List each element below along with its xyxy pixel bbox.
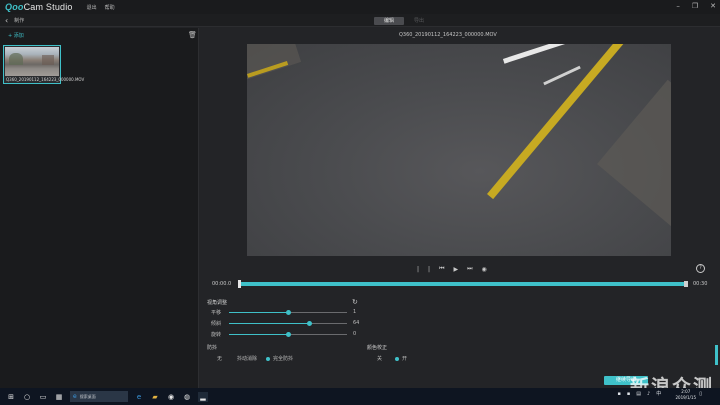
- option-label: 完全防抖: [273, 356, 294, 362]
- app-window: QooCam Studio 退出 帮助 – ❐ ✕ ‹ 制作 编辑 导出 + 添…: [0, 0, 720, 388]
- chrome-icon[interactable]: ◉: [166, 392, 176, 402]
- stabilization-option-shake[interactable]: 抖动消除: [237, 355, 257, 362]
- skip-forward-icon[interactable]: ⏭: [467, 265, 472, 273]
- color-option-on[interactable]: 开: [395, 355, 407, 362]
- option-label: 关: [377, 356, 383, 362]
- rotate-slider[interactable]: [229, 332, 347, 337]
- tray-app-icon[interactable]: ▪: [618, 391, 621, 397]
- lane-stripe-white: [502, 44, 572, 64]
- timeline-bar[interactable]: [238, 280, 688, 288]
- ime-icon[interactable]: 中: [656, 390, 661, 397]
- explorer-icon[interactable]: ▰: [150, 392, 160, 402]
- edge-browser-icon[interactable]: e: [134, 392, 144, 402]
- option-label: 开: [402, 356, 408, 362]
- thumbnail-image: [5, 47, 59, 76]
- tab-edit[interactable]: 编辑: [374, 17, 404, 25]
- slider-knob[interactable]: [286, 310, 291, 315]
- timeline-end-handle[interactable]: [684, 281, 688, 287]
- timeline-start-handle[interactable]: [238, 280, 241, 288]
- tab-export[interactable]: 导出: [404, 17, 434, 25]
- time-start: 00:00.0: [212, 281, 232, 287]
- clock-date: 2019/1/15: [675, 395, 696, 400]
- slider-label: 倾斜: [211, 321, 222, 327]
- tray-app-icon-2[interactable]: ▪: [627, 391, 630, 397]
- stabilization-title: 防抖: [207, 345, 218, 351]
- slider-label: 旋转: [211, 332, 222, 338]
- rotate-slider-row: 旋转 0: [211, 331, 361, 339]
- breadcrumb-bar: ‹ 制作 编辑 导出: [0, 14, 720, 27]
- store-icon[interactable]: ▦: [54, 392, 64, 402]
- taskbar-clock[interactable]: 2:07 2019/1/15: [675, 389, 696, 401]
- edge-icon: e: [73, 393, 77, 400]
- volume-icon[interactable]: ♪: [647, 391, 650, 397]
- slider-fill: [229, 323, 309, 324]
- media-library: + 添加 🗑 Q360_20190112_164223_000000.MOV: [0, 28, 199, 388]
- stabilization-option-none[interactable]: 无: [217, 355, 222, 362]
- restore-icon[interactable]: ❐: [692, 2, 698, 10]
- option-label: 抖动消除: [237, 356, 258, 362]
- color-option-off[interactable]: 关: [377, 355, 382, 362]
- scrollbar[interactable]: [715, 345, 718, 365]
- app-icon[interactable]: ◍: [182, 392, 192, 402]
- slider-knob[interactable]: [307, 321, 312, 326]
- pan-slider-row: 平移 1: [211, 309, 361, 317]
- slider-fill: [229, 312, 288, 313]
- slider-label: 平移: [211, 310, 222, 316]
- curb-shape: [597, 79, 671, 235]
- close-icon[interactable]: ✕: [710, 2, 716, 10]
- video-preview[interactable]: [247, 44, 671, 256]
- add-media-button[interactable]: + 添加: [8, 32, 24, 39]
- media-thumbnail[interactable]: Q360_20190112_164223_000000.MOV: [3, 45, 84, 84]
- windows-start-icon[interactable]: ⊞: [6, 392, 16, 402]
- mark-in-icon[interactable]: |: [417, 266, 419, 273]
- color-correction-title: 颜色校正: [367, 345, 388, 351]
- play-icon[interactable]: ▶: [453, 266, 458, 273]
- snapshot-icon[interactable]: ◉: [482, 266, 487, 273]
- menu-exit[interactable]: 退出: [87, 4, 97, 11]
- skip-back-icon[interactable]: ⏮: [439, 265, 444, 273]
- video-filename: Q360_20190112_164223_000000.MOV: [399, 32, 497, 38]
- qoocam-taskbar-icon[interactable]: ▂: [198, 391, 208, 402]
- help-icon[interactable]: ?: [696, 264, 705, 273]
- trash-icon[interactable]: 🗑: [188, 31, 197, 39]
- taskbar-search[interactable]: e 搜索桌面: [70, 391, 128, 402]
- slider-value: 1: [353, 309, 357, 315]
- task-view-icon[interactable]: ▭: [38, 392, 48, 402]
- tilt-slider[interactable]: [229, 321, 347, 326]
- window-controls: – ❐ ✕: [676, 2, 716, 10]
- radio-selected-icon: [395, 356, 399, 361]
- view-adjust-title: 视角调整: [207, 300, 228, 306]
- reset-icon[interactable]: ↻: [352, 298, 358, 306]
- network-icon[interactable]: ▤: [636, 391, 641, 397]
- slider-value: 0: [353, 331, 357, 337]
- time-end: 00:30: [693, 281, 708, 287]
- stabilization-option-full[interactable]: 完全防抖: [266, 355, 293, 362]
- option-label: 无: [217, 356, 223, 362]
- app-logo: QooCam Studio: [5, 2, 73, 12]
- radio-selected-icon: [266, 356, 270, 361]
- breadcrumb: 制作: [14, 17, 25, 24]
- title-bar: QooCam Studio 退出 帮助 – ❐ ✕: [0, 0, 720, 14]
- pan-slider[interactable]: [229, 310, 347, 315]
- tilt-slider-row: 倾斜 64: [211, 320, 361, 328]
- slider-fill: [229, 334, 288, 335]
- lane-stripe-white-2: [543, 65, 581, 86]
- back-arrow-icon[interactable]: ‹: [5, 16, 8, 25]
- notification-icon[interactable]: ▯: [699, 391, 702, 397]
- mark-out-icon[interactable]: |: [428, 266, 430, 273]
- slider-knob[interactable]: [286, 332, 291, 337]
- slider-value: 64: [353, 320, 360, 326]
- cortana-icon[interactable]: ○: [22, 392, 32, 402]
- mode-tabs: 编辑 导出: [374, 17, 434, 25]
- taskbar: ⊞ ○ ▭ ▦ e 搜索桌面 e ▰ ◉ ◍ ▂: [0, 388, 720, 405]
- playback-controls: | | ⏮ ▶ ⏭ ◉: [417, 265, 487, 273]
- menu-help[interactable]: 帮助: [105, 4, 115, 11]
- search-placeholder: 搜索桌面: [79, 393, 96, 399]
- thumbnail-label: Q360_20190112_164223_000000.MOV: [6, 77, 85, 82]
- minimize-icon[interactable]: –: [676, 2, 680, 10]
